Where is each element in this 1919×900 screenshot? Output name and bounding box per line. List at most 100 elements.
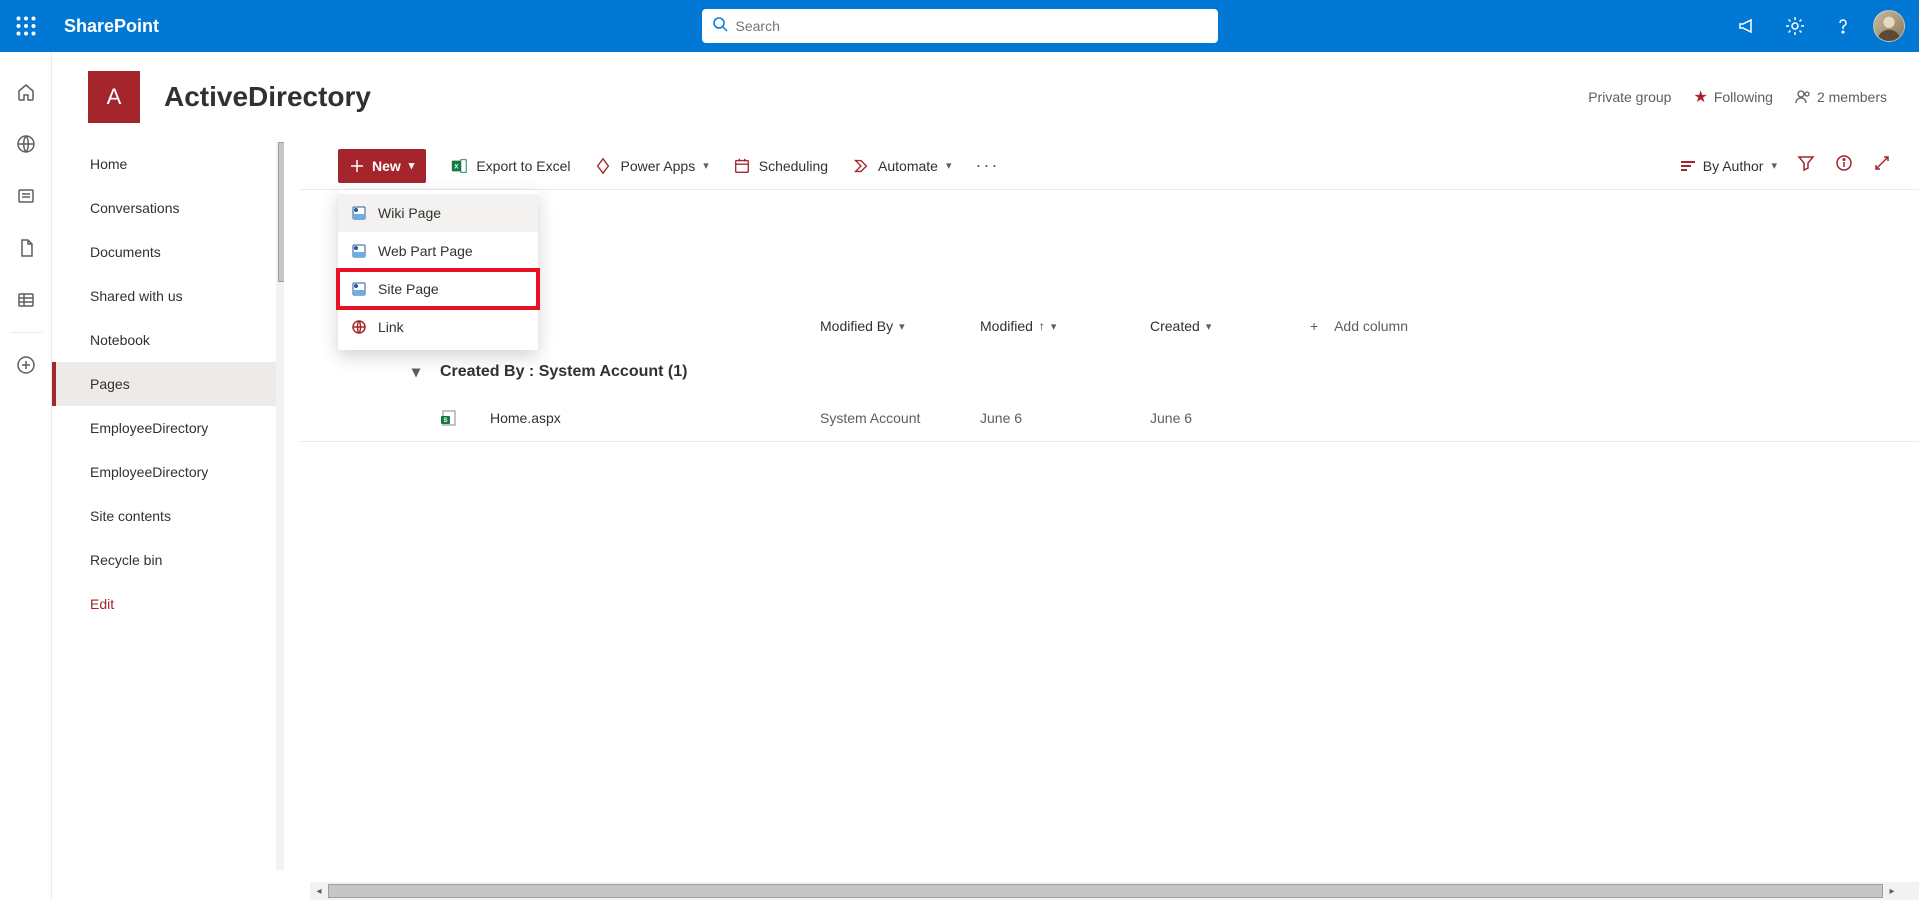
menu-item-link[interactable]: Link — [338, 308, 538, 346]
scroll-thumb[interactable] — [328, 884, 1883, 898]
nav-item-employeedirectory[interactable]: EmployeeDirectory — [52, 406, 284, 450]
chevron-down-icon: ▾ — [1771, 159, 1777, 172]
menu-item-label: Wiki Page — [378, 205, 441, 221]
powerapps-button[interactable]: Power Apps ▾ — [594, 157, 708, 175]
chevron-down-icon: ▾ — [1051, 320, 1057, 333]
nav-item-pages[interactable]: Pages — [52, 362, 284, 406]
people-icon — [1795, 89, 1811, 105]
sortby-button[interactable]: By Author ▾ — [1681, 158, 1777, 174]
add-column-button[interactable]: + Add column — [1310, 318, 1408, 334]
megaphone-icon — [1737, 16, 1757, 36]
main-area: New ▾ X Export to Excel Power Apps ▾ Sch… — [300, 142, 1919, 900]
nav-item-shared-with-us[interactable]: Shared with us — [52, 274, 284, 318]
chevron-down-icon[interactable]: ▾ — [408, 362, 424, 382]
info-button[interactable] — [1835, 154, 1853, 177]
powerapps-icon — [594, 157, 612, 175]
plus-icon: + — [1310, 318, 1318, 334]
nav-item-documents[interactable]: Documents — [52, 230, 284, 274]
megaphone-button[interactable] — [1723, 0, 1771, 52]
chevron-down-icon: ▾ — [946, 159, 952, 172]
suite-bar: SharePoint — [0, 0, 1919, 52]
nav-item-employeedirectory[interactable]: EmployeeDirectory — [52, 450, 284, 494]
file-icon — [16, 238, 36, 258]
group-label: Created By : System Account (1) — [440, 363, 687, 381]
powerapps-label: Power Apps — [620, 158, 695, 174]
menu-item-web-part-page[interactable]: Web Part Page — [338, 232, 538, 270]
more-button[interactable]: ··· — [975, 155, 999, 176]
col-modified-by[interactable]: Modified By ▾ — [820, 318, 980, 334]
expand-button[interactable] — [1873, 154, 1891, 177]
filter-button[interactable] — [1797, 154, 1815, 177]
appbar-create[interactable] — [0, 339, 52, 391]
globe-icon — [350, 318, 368, 336]
app-bar — [0, 52, 52, 900]
search-input[interactable] — [736, 18, 1208, 34]
col-modified[interactable]: Modified ↑ ▾ — [980, 318, 1150, 334]
brand-label[interactable]: SharePoint — [64, 16, 159, 37]
search-box[interactable] — [702, 9, 1218, 43]
horizontal-scrollbar[interactable]: ◂ ▸ — [310, 882, 1901, 900]
new-menu: Wiki Page Web Part Page Site Page Link — [338, 190, 538, 350]
scroll-right-button[interactable]: ▸ — [1883, 882, 1901, 900]
nav-item-conversations[interactable]: Conversations — [52, 186, 284, 230]
nav-scroll-thumb[interactable] — [278, 142, 284, 282]
scheduling-label: Scheduling — [759, 158, 828, 174]
col-created[interactable]: Created ▾ — [1150, 318, 1310, 334]
sortby-label: By Author — [1703, 158, 1764, 174]
scheduling-button[interactable]: Scheduling — [733, 157, 828, 175]
help-icon — [1833, 16, 1853, 36]
cell-modified-by: System Account — [820, 410, 980, 426]
globe-icon — [16, 134, 36, 154]
appbar-home[interactable] — [0, 66, 52, 118]
automate-label: Automate — [878, 158, 938, 174]
site-logo[interactable]: A — [88, 71, 140, 123]
chevron-down-icon: ▾ — [1206, 320, 1212, 333]
flow-icon — [852, 157, 870, 175]
excel-icon: X — [450, 157, 468, 175]
star-filled-icon: ★ — [1693, 87, 1707, 107]
info-icon — [1835, 154, 1853, 172]
appbar-news[interactable] — [0, 170, 52, 222]
table-row[interactable]: SHome.aspxSystem AccountJune 6June 6 — [300, 394, 1919, 442]
add-column-label: Add column — [1334, 318, 1408, 334]
menu-item-label: Site Page — [378, 281, 439, 297]
site-title[interactable]: ActiveDirectory — [164, 81, 371, 113]
following-label: Following — [1714, 89, 1773, 105]
export-label: Export to Excel — [476, 158, 570, 174]
page-icon — [350, 242, 368, 260]
list-icon — [16, 290, 36, 310]
appbar-lists[interactable] — [0, 274, 52, 326]
group-header[interactable]: ▾ Created By : System Account (1) — [300, 350, 1919, 394]
nav-item-home[interactable]: Home — [52, 142, 284, 186]
search-icon — [712, 16, 728, 37]
nav-item-site-contents[interactable]: Site contents — [52, 494, 284, 538]
waffle-icon — [16, 16, 36, 36]
app-launcher-button[interactable] — [0, 0, 52, 52]
filter-icon — [1797, 154, 1815, 172]
col-created-label: Created — [1150, 318, 1200, 334]
avatar-icon — [1874, 10, 1904, 42]
user-avatar[interactable] — [1873, 10, 1905, 42]
new-button[interactable]: New ▾ — [338, 149, 426, 183]
appbar-global[interactable] — [0, 118, 52, 170]
nav-edit-link[interactable]: Edit — [52, 582, 284, 626]
appbar-files[interactable] — [0, 222, 52, 274]
menu-item-site-page[interactable]: Site Page — [338, 270, 538, 308]
expand-icon — [1873, 154, 1891, 172]
nav-item-notebook[interactable]: Notebook — [52, 318, 284, 362]
automate-button[interactable]: Automate ▾ — [852, 157, 951, 175]
scroll-left-button[interactable]: ◂ — [310, 882, 328, 900]
menu-item-wiki-page[interactable]: Wiki Page — [338, 194, 538, 232]
nav-item-recycle-bin[interactable]: Recycle bin — [52, 538, 284, 582]
menu-item-label: Link — [378, 319, 404, 335]
svg-text:S: S — [443, 418, 447, 424]
new-label: New — [372, 158, 401, 174]
nav-scrollbar[interactable] — [276, 142, 284, 870]
members-button[interactable]: 2 members — [1795, 89, 1887, 105]
help-button[interactable] — [1819, 0, 1867, 52]
cell-name: Home.aspx — [490, 410, 820, 426]
settings-button[interactable] — [1771, 0, 1819, 52]
export-excel-button[interactable]: X Export to Excel — [450, 157, 570, 175]
news-icon — [16, 186, 36, 206]
following-button[interactable]: ★ Following — [1693, 87, 1772, 107]
